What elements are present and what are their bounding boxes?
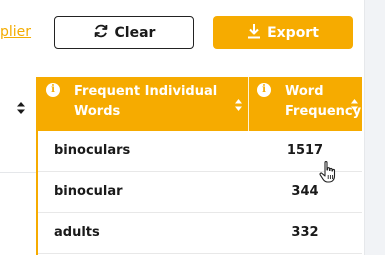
table-row[interactable]: adults 332 (38, 213, 362, 254)
column-header-label: Word Frequency (285, 84, 362, 119)
column-header-label: Frequent Individual Words (74, 84, 218, 119)
frequency-cell: 332 (291, 225, 319, 240)
row-divider (0, 172, 36, 173)
info-icon[interactable]: i (46, 83, 60, 97)
sort-icon[interactable] (351, 98, 358, 118)
table-header: i Frequent Individual Words i Word Frequ… (38, 77, 362, 131)
table-row[interactable]: binoculars 1517 (38, 131, 362, 172)
sort-icon[interactable] (235, 98, 242, 118)
frequency-table: i Frequent Individual Words i Word Frequ… (36, 77, 362, 255)
clear-button-label: Clear (114, 24, 156, 41)
applier-link[interactable]: plier (0, 24, 31, 40)
word-cell: binocular (54, 184, 123, 199)
download-icon (247, 23, 261, 43)
export-button[interactable]: Export (213, 16, 353, 49)
previous-column-fragment (0, 77, 36, 255)
column-header-frequent-words[interactable]: i Frequent Individual Words (38, 77, 248, 131)
column-header-word-frequency[interactable]: i Word Frequency (248, 77, 362, 131)
clear-button[interactable]: Clear (54, 16, 194, 49)
export-button-label: Export (267, 24, 319, 41)
table-row[interactable]: binocular 344 (38, 172, 362, 213)
word-cell: adults (54, 225, 100, 240)
sort-icon[interactable] (17, 99, 25, 118)
hand-pointer-icon (318, 160, 338, 188)
info-icon[interactable]: i (257, 83, 271, 97)
scrollbar-track[interactable] (364, 0, 385, 255)
word-cell: binoculars (54, 143, 131, 158)
frequency-cell: 344 (291, 184, 319, 199)
refresh-icon (93, 23, 109, 43)
frequency-cell: 1517 (286, 143, 324, 158)
word-frequency-panel: plier Clear Export i Frequent Individual… (0, 0, 385, 255)
